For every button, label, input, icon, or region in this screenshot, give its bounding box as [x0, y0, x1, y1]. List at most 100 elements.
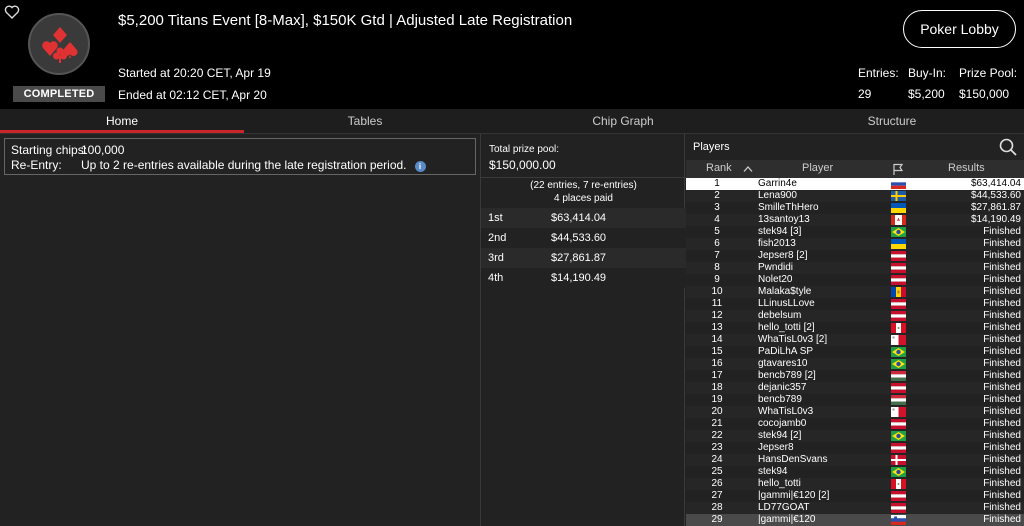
player-name: Lena900 — [758, 190, 797, 201]
country-flag-icon — [891, 263, 906, 273]
player-rank: 8 — [714, 262, 720, 273]
player-row[interactable]: 13 hello_totti [2] Finished — [686, 322, 1024, 334]
player-row[interactable]: 22 stek94 [2] Finished — [686, 430, 1024, 442]
end-time: Ended at 02:12 CET, Apr 20 — [118, 88, 267, 102]
player-row[interactable]: 4 13santoy13 $14,190.49 — [686, 214, 1024, 226]
payout-place: 2nd — [488, 232, 507, 244]
player-result: $63,414.04 — [970, 178, 1021, 189]
player-result: Finished — [983, 442, 1021, 453]
player-row[interactable]: 20 WhaTisL0v3 Finished — [686, 406, 1024, 418]
player-name: PaDiLhA SP — [758, 346, 814, 357]
payout-amount: $63,414.04 — [551, 212, 607, 224]
search-icon[interactable] — [998, 137, 1018, 157]
player-row[interactable]: 6 fish2013 Finished — [686, 238, 1024, 250]
player-row[interactable]: 12 debelsum Finished — [686, 310, 1024, 322]
player-row[interactable]: 27 |gammi|€120 [2] Finished — [686, 490, 1024, 502]
tab-chip-graph[interactable]: Chip Graph — [486, 109, 760, 134]
player-name: WhaTisL0v3 [2] — [758, 334, 828, 345]
player-row[interactable]: 28 LD77GOAT Finished — [686, 502, 1024, 514]
country-flag-icon — [891, 455, 906, 465]
player-row[interactable]: 14 WhaTisL0v3 [2] Finished — [686, 334, 1024, 346]
starting-chips-value: 100,000 — [81, 143, 125, 157]
player-rank: 10 — [711, 286, 723, 297]
active-tab-indicator — [0, 130, 244, 133]
player-result: Finished — [983, 262, 1021, 273]
flag-column-icon[interactable] — [892, 163, 904, 176]
player-name: |gammi|€120 [2] — [758, 490, 830, 501]
player-rank: 12 — [711, 310, 723, 321]
player-row[interactable]: 11 LLinusLLove Finished — [686, 298, 1024, 310]
places-paid-note: 4 places paid — [554, 193, 613, 204]
player-row[interactable]: 15 PaDiLhA SP Finished — [686, 346, 1024, 358]
country-flag-icon — [891, 359, 906, 369]
favorite-heart-icon[interactable] — [4, 4, 20, 20]
player-row[interactable]: 26 hello_totti Finished — [686, 478, 1024, 490]
player-row[interactable]: 17 bencb789 [2] Finished — [686, 370, 1024, 382]
player-name: bencb789 — [758, 394, 802, 405]
buyin-label: Buy-In: — [908, 66, 947, 80]
country-flag-icon — [891, 179, 906, 189]
player-row[interactable]: 3 SmilleThHero $27,861.87 — [686, 202, 1024, 214]
country-flag-icon — [891, 275, 906, 285]
start-time: Started at 20:20 CET, Apr 19 — [118, 66, 271, 80]
country-flag-icon — [891, 239, 906, 249]
player-rank: 4 — [714, 214, 720, 225]
player-row[interactable]: 9 Nolet20 Finished — [686, 274, 1024, 286]
player-name: LLinusLLove — [758, 298, 815, 309]
player-row[interactable]: 21 cocojamb0 Finished — [686, 418, 1024, 430]
payout-amount: $27,861.87 — [551, 252, 607, 264]
player-column-header[interactable]: Player — [802, 162, 833, 174]
player-row[interactable]: 19 bencb789 Finished — [686, 394, 1024, 406]
player-row[interactable]: 2 Lena900 $44,533.60 — [686, 190, 1024, 202]
player-row[interactable]: 23 Jepser8 Finished — [686, 442, 1024, 454]
player-rank: 6 — [714, 238, 720, 249]
tab-tables[interactable]: Tables — [244, 109, 486, 134]
player-result: Finished — [983, 238, 1021, 249]
player-row[interactable]: 29 |gammi|€120 Finished — [686, 514, 1024, 526]
player-name: HansDenSvans — [758, 454, 828, 465]
player-name: cocojamb0 — [758, 418, 807, 429]
player-row[interactable]: 16 gtavares10 Finished — [686, 358, 1024, 370]
players-table-body: 1 Garrin4e $63,414.04 2 Lena900 $44,533.60 3 Sm… — [686, 178, 1024, 526]
player-name: Pwndidi — [758, 262, 794, 273]
player-result: Finished — [983, 310, 1021, 321]
player-row[interactable]: 10 Malaka$tyle Finished — [686, 286, 1024, 298]
suits-logo-icon — [28, 13, 90, 75]
sort-chevron-up-icon[interactable] — [743, 165, 753, 173]
rank-column-header[interactable]: Rank — [706, 162, 732, 174]
buyin-value: $5,200 — [908, 87, 945, 101]
player-rank: 1 — [714, 178, 720, 189]
player-row[interactable]: 7 Jepser8 [2] Finished — [686, 250, 1024, 262]
payout-amount: $14,190.49 — [551, 272, 607, 284]
player-row[interactable]: 25 stek94 Finished — [686, 466, 1024, 478]
country-flag-icon — [891, 407, 906, 417]
player-rank: 3 — [714, 202, 720, 213]
reentry-label: Re-Entry: — [11, 158, 62, 172]
player-result: $27,861.87 — [970, 202, 1021, 213]
divider — [481, 177, 686, 178]
payout-place: 4th — [488, 272, 504, 284]
player-rank: 15 — [711, 346, 723, 357]
country-flag-icon — [891, 383, 906, 393]
player-rank: 13 — [711, 322, 723, 333]
country-flag-icon — [891, 251, 906, 261]
info-icon[interactable]: i — [414, 161, 426, 172]
player-row[interactable]: 24 HansDenSvans Finished — [686, 454, 1024, 466]
player-rank: 17 — [711, 370, 723, 381]
player-result: Finished — [983, 430, 1021, 441]
player-row[interactable]: 8 Pwndidi Finished — [686, 262, 1024, 274]
country-flag-icon — [891, 227, 906, 237]
player-result: Finished — [983, 358, 1021, 369]
player-result: Finished — [983, 346, 1021, 357]
player-row[interactable]: 1 Garrin4e $63,414.04 — [686, 178, 1024, 190]
player-row[interactable]: 5 stek94 [3] Finished — [686, 226, 1024, 238]
results-column-header[interactable]: Results — [948, 162, 985, 174]
player-name: gtavares10 — [758, 358, 808, 369]
player-name: Garrin4e — [758, 178, 797, 189]
player-result: Finished — [983, 250, 1021, 261]
poker-lobby-button[interactable]: Poker Lobby — [903, 10, 1016, 48]
player-name: fish2013 — [758, 238, 796, 249]
player-result: Finished — [983, 298, 1021, 309]
tab-structure[interactable]: Structure — [760, 109, 1024, 134]
player-row[interactable]: 18 dejanic357 Finished — [686, 382, 1024, 394]
